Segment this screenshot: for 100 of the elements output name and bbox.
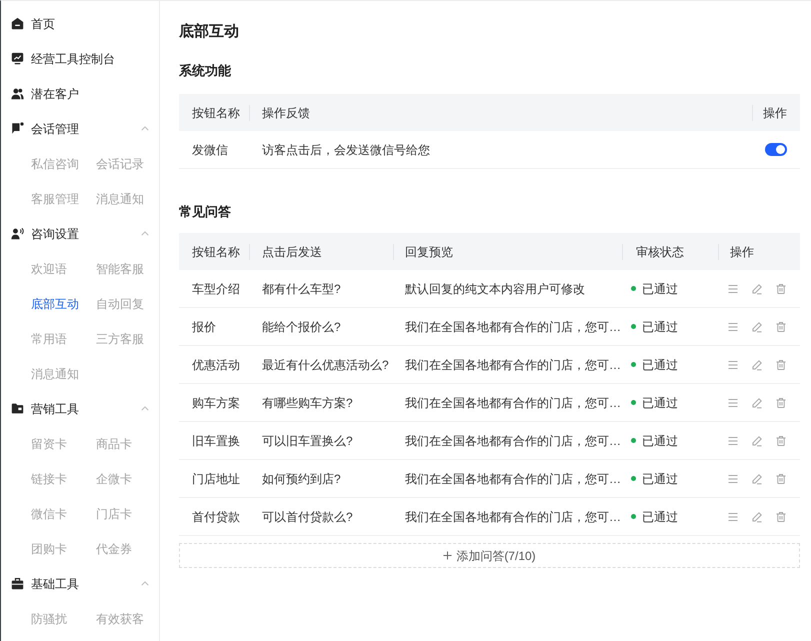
submenu-item[interactable]: 常用语 [31,330,67,346]
delete-icon[interactable] [775,320,787,332]
chevron-up-icon [141,126,149,131]
column-header: 操作 [730,244,754,260]
list-icon[interactable] [727,434,739,446]
reply-preview: 我们在全国各地都有合作的门店，您可… [405,396,621,410]
menu-group[interactable]: 基础工具 [11,576,149,592]
edit-icon[interactable] [751,282,763,294]
button-name: 发微信 [192,142,228,156]
reply-preview: 我们在全国各地都有合作的门店，您可… [405,434,621,448]
list-icon[interactable] [727,358,739,370]
button-name: 车型介绍 [192,282,240,296]
submenu-item[interactable]: 防骚扰 [31,610,67,626]
submenu-item[interactable]: 客服管理 [31,190,79,206]
submenu-item[interactable]: 欢迎语 [31,260,67,276]
delete-icon[interactable] [775,510,787,522]
reply-preview: 默认回复的纯文本内容用户可修改 [405,282,585,296]
send-text: 如何预约到店? [262,472,341,486]
chevron-up-icon [141,581,149,586]
delete-icon[interactable] [775,396,787,408]
edit-icon[interactable] [751,510,763,522]
button-name: 门店地址 [192,472,240,486]
page-title: 底部互动 [179,22,240,42]
delete-icon[interactable] [775,358,787,370]
users-icon [11,87,24,100]
status-text: 已通过 [642,280,678,296]
reply-preview: 我们在全国各地都有合作的门店，您可… [405,320,621,334]
submenu-item[interactable]: 企微卡 [96,470,132,486]
delete-icon[interactable] [775,282,787,294]
send-text: 有哪些购车方案? [262,396,353,410]
send-text: 能给个报价么? [262,320,341,334]
list-icon[interactable] [727,320,739,332]
reply-preview: 我们在全国各地都有合作的门店，您可… [405,358,621,372]
status-text: 已通过 [642,508,678,524]
submenu-item[interactable]: 链接卡 [31,470,67,486]
status-text: 已通过 [642,356,678,372]
status-text: 已通过 [642,394,678,410]
send-text: 最近有什么优惠活动么? [262,358,389,372]
button-name: 旧车置换 [192,434,240,448]
sidebar-item[interactable]: 经营工具控制台 [11,50,115,66]
status-text: 已通过 [642,432,678,448]
submenu-item[interactable]: 消息通知 [31,366,79,382]
section-title: 系统功能 [179,62,232,80]
reply-preview: 我们在全国各地都有合作的门店，您可… [405,510,621,524]
status-text: 已通过 [642,318,678,334]
submenu-item[interactable]: 三方客服 [96,330,144,346]
column-header: 操作 [763,104,787,120]
briefcase-icon [11,577,24,590]
submenu-item[interactable]: 门店卡 [96,506,132,522]
delete-icon[interactable] [775,434,787,446]
person-sound-icon [11,227,24,240]
send-text: 可以旧车置换么? [262,434,353,448]
edit-icon[interactable] [751,396,763,408]
submenu-item[interactable]: 自动回复 [96,296,144,312]
submenu-item[interactable]: 消息通知 [96,190,144,206]
submenu-item[interactable]: 代金券 [96,540,132,556]
edit-icon[interactable] [751,358,763,370]
folder-icon [11,402,24,415]
column-header: 操作反馈 [262,104,310,120]
submenu-item[interactable]: 商品卡 [96,436,132,452]
menu-group[interactable]: 咨询设置 [11,226,149,242]
submenu-item[interactable]: 团购卡 [31,540,67,556]
chevron-up-icon [141,406,149,411]
section-title: 常见问答 [179,203,232,221]
sidebar-item[interactable]: 首页 [11,16,55,32]
column-header: 按钮名称 [192,244,240,260]
sidebar-item[interactable]: 潜在客户 [11,86,79,102]
column-header: 审核状态 [636,244,684,260]
feedback-text: 访客点击后，会发送微信号给您 [262,142,430,156]
submenu-item[interactable]: 私信咨询 [31,156,79,172]
list-icon[interactable] [727,282,739,294]
submenu-item[interactable]: 智能客服 [96,260,144,276]
chevron-up-icon [141,231,149,236]
toggle-switch[interactable] [765,143,787,156]
send-text: 都有什么车型? [262,282,341,296]
monitor-chart-icon [11,52,24,65]
button-name: 优惠活动 [192,358,240,372]
column-header: 点击后发送 [262,244,322,260]
button-name: 报价 [192,320,216,334]
add-question-button[interactable]: 添加问答(7/10) [179,543,800,568]
send-text: 可以首付贷款么? [262,510,353,524]
button-name: 首付贷款 [192,510,240,524]
home-icon [11,17,24,30]
submenu-item[interactable]: 有效获客 [96,610,144,626]
status-text: 已通过 [642,470,678,486]
edit-icon[interactable] [751,434,763,446]
button-name: 购车方案 [192,396,240,410]
edit-icon[interactable] [751,320,763,332]
menu-group[interactable]: 营销工具 [11,400,149,416]
submenu-item[interactable]: 底部互动 [31,296,79,312]
list-icon[interactable] [727,472,739,484]
delete-icon[interactable] [775,472,787,484]
submenu-item[interactable]: 微信卡 [31,506,67,522]
list-icon[interactable] [727,510,739,522]
submenu-item[interactable]: 会话记录 [96,156,144,172]
list-icon[interactable] [727,396,739,408]
submenu-item[interactable]: 留资卡 [31,436,67,452]
edit-icon[interactable] [751,472,763,484]
menu-group[interactable]: 会话管理 [11,120,149,136]
flag-icon [11,122,24,135]
